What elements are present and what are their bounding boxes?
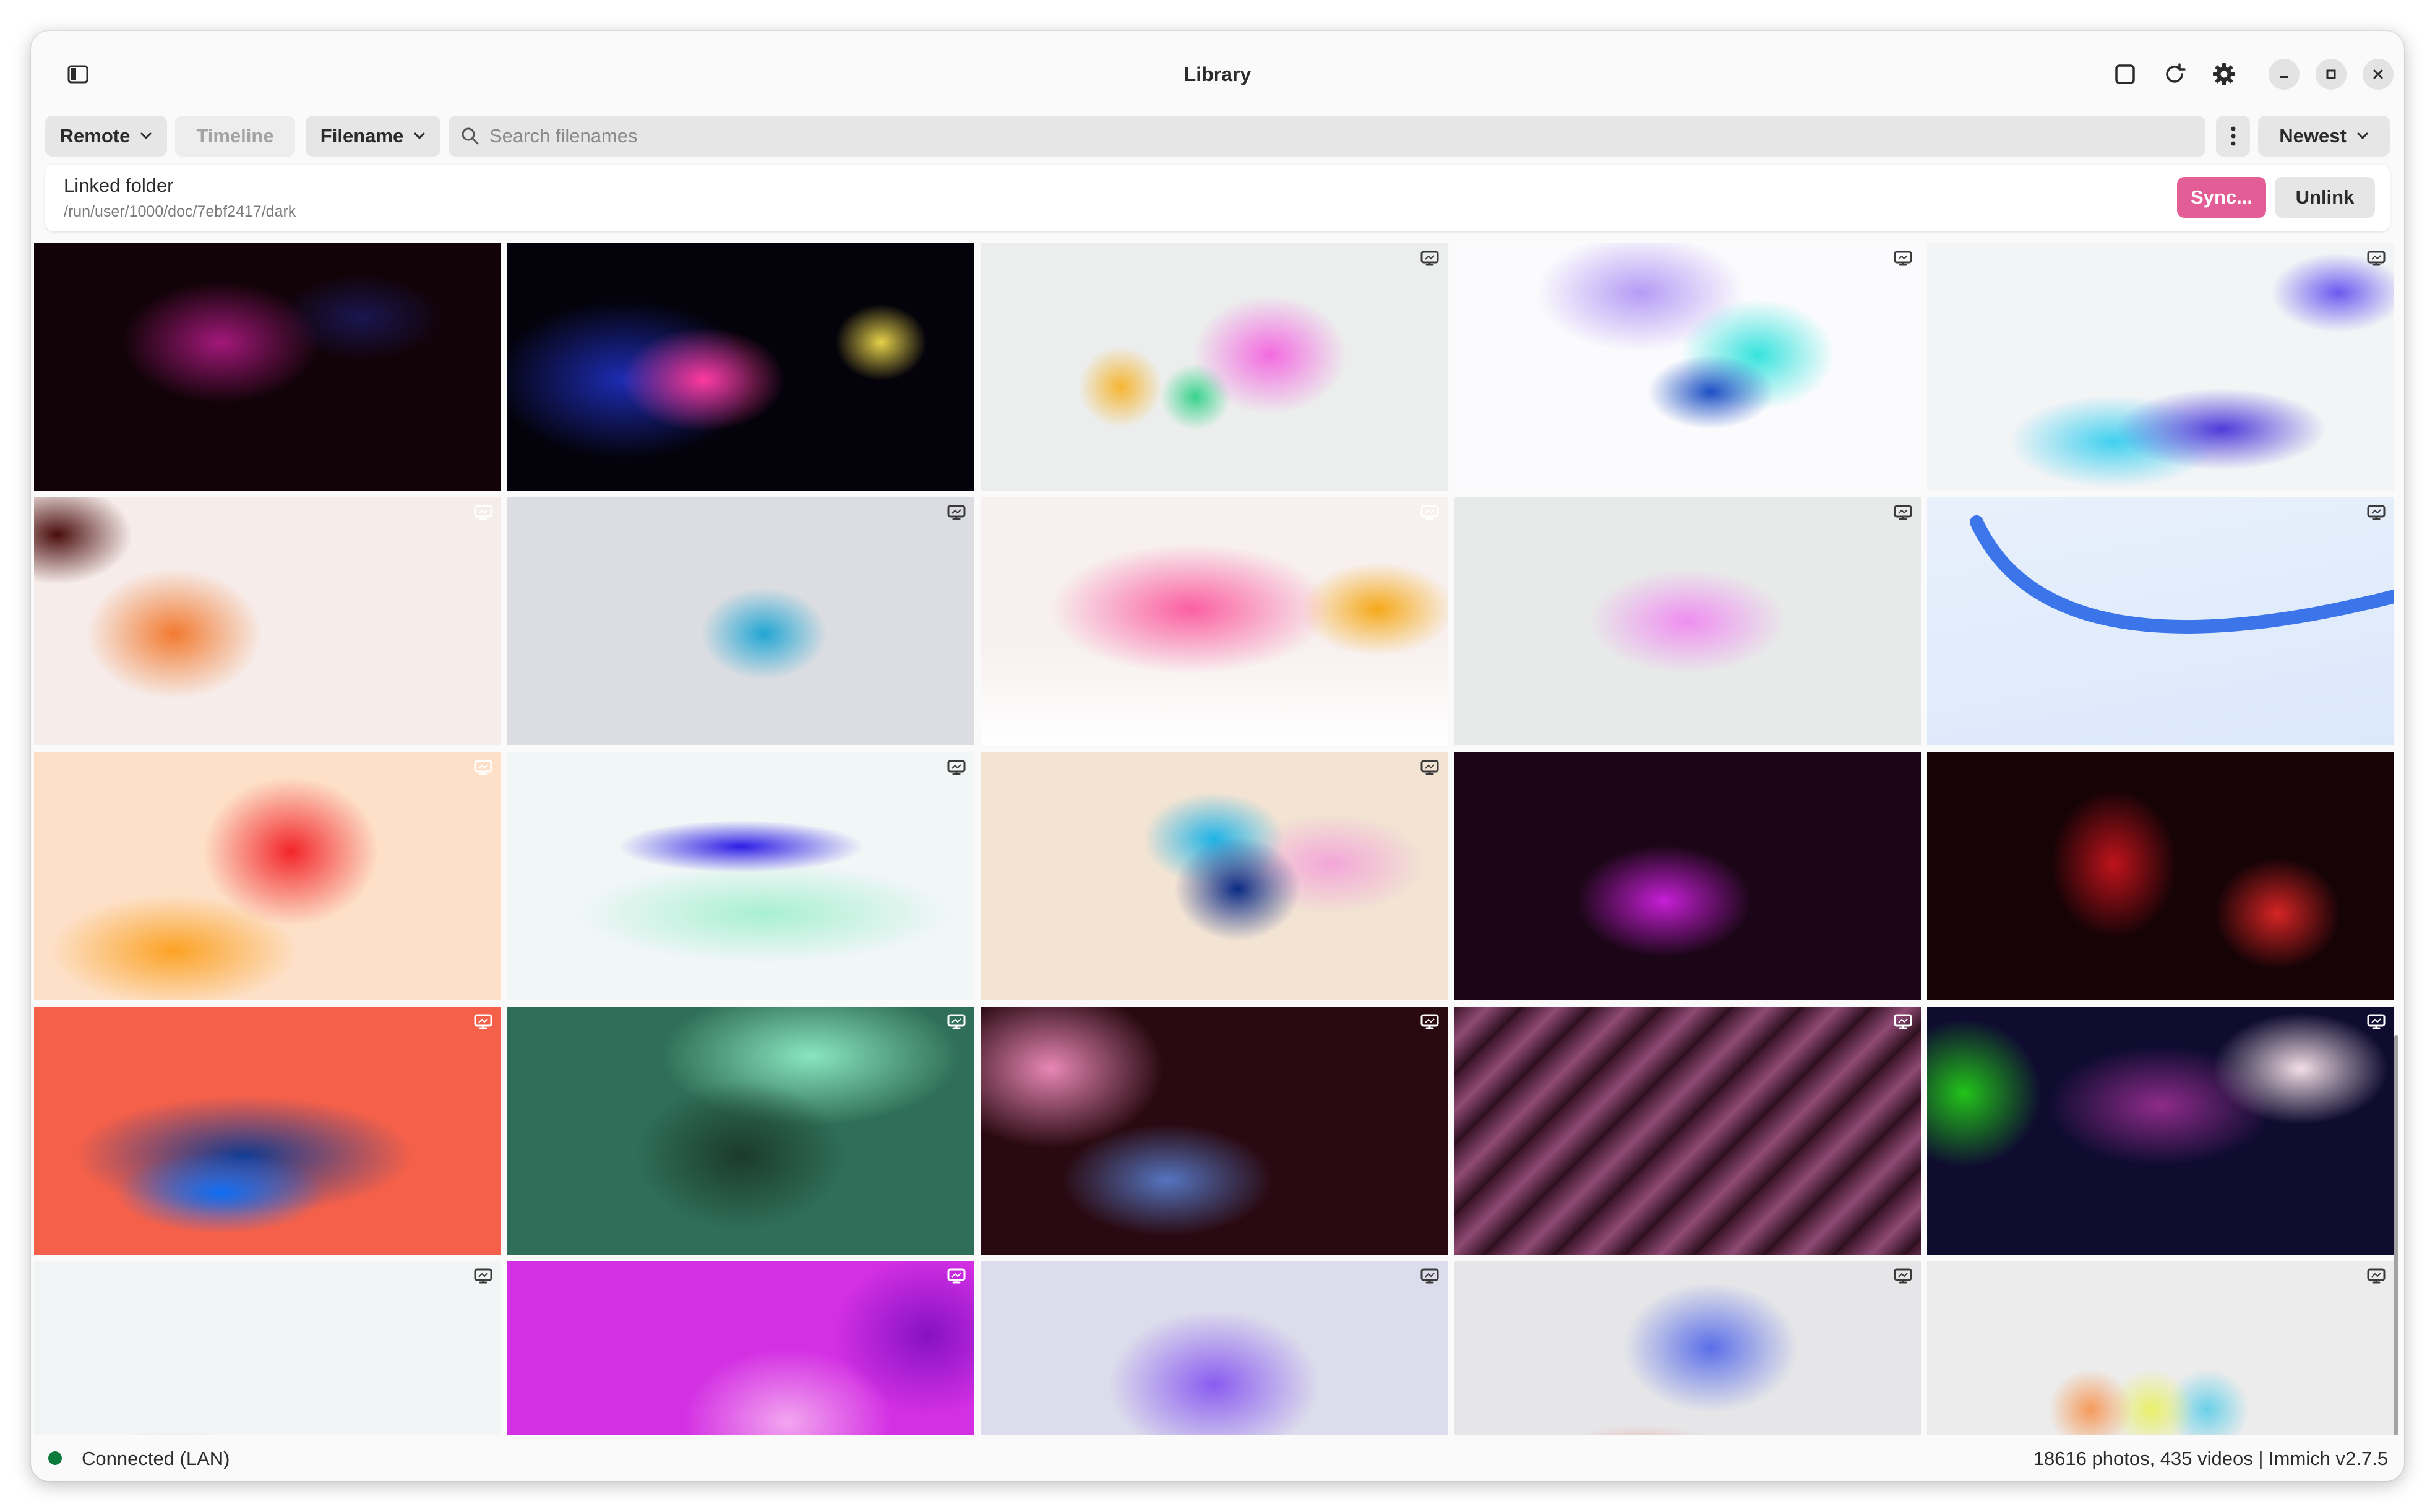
photo-thumbnail[interactable] [34,1261,501,1435]
fullscreen-icon[interactable] [2106,56,2144,93]
wallpaper-badge-icon [2366,249,2387,268]
more-options-button[interactable] [2216,116,2250,157]
close-button[interactable] [2363,59,2394,90]
linked-folder-title: Linked folder [64,174,174,196]
photo-thumbnail[interactable] [980,752,1448,1000]
wallpaper-badge-icon [1892,249,1913,268]
wallpaper-badge-icon [1892,1267,1913,1286]
search-icon [461,127,479,145]
photo-thumbnail[interactable] [1926,752,2394,1000]
photo-thumbnail[interactable] [1453,1261,1921,1435]
order-dropdown[interactable]: Newest [2258,116,2390,157]
linked-folder-panel: Linked folder /run/user/1000/doc/7ebf241… [45,165,2390,231]
chevron-down-icon [2356,132,2369,140]
photo-thumbnail[interactable] [980,1261,1448,1435]
chevron-down-icon [413,132,426,140]
photo-thumbnail[interactable] [1926,497,2394,746]
photo-thumbnail[interactable] [507,497,974,746]
photo-thumbnail[interactable] [34,1006,501,1255]
toolbar: Remote Timeline Filename Search filename… [31,102,2404,164]
search-input[interactable]: Search filenames [449,116,2205,157]
photo-thumbnail[interactable] [507,1261,974,1435]
wallpaper-badge-icon [2366,504,2387,522]
wallpaper-badge-icon [1419,1267,1440,1286]
sort-field-dropdown[interactable]: Filename [306,116,440,157]
photo-thumbnail[interactable] [980,1006,1448,1255]
minimize-button[interactable] [2269,59,2300,90]
photo-thumbnail[interactable] [980,497,1448,746]
wallpaper-badge-icon [1419,1013,1440,1031]
order-dropdown-label: Newest [2279,125,2347,147]
source-dropdown-label: Remote [59,125,131,147]
photo-thumbnail[interactable] [1926,1261,2394,1435]
wallpaper-badge-icon [1892,504,1913,522]
maximize-button[interactable] [2316,59,2347,90]
library-window: Library Remote Timeline Filename Search … [31,31,2404,1481]
wallpaper-badge-icon [473,758,494,777]
photo-thumbnail[interactable] [507,243,974,491]
status-bar: Connected (LAN) 18616 photos, 435 videos… [31,1435,2404,1481]
wallpaper-badge-icon [1892,1013,1913,1031]
settings-gear-icon[interactable] [2205,56,2243,93]
scrollbar[interactable] [2394,1035,2398,1435]
photo-thumbnail[interactable] [34,243,501,491]
photo-grid [34,243,2401,1435]
photo-thumbnail[interactable] [1453,497,1921,746]
photo-thumbnail[interactable] [1453,752,1921,1000]
wallpaper-badge-icon [473,1267,494,1286]
sort-field-label: Filename [320,125,404,147]
timeline-button[interactable]: Timeline [175,116,295,157]
wallpaper-badge-icon [1419,249,1440,268]
source-dropdown[interactable]: Remote [45,116,167,157]
refresh-icon[interactable] [2156,56,2193,93]
timeline-button-label: Timeline [196,125,274,147]
wallpaper-badge-icon [1419,504,1440,522]
photo-thumbnail[interactable] [1926,243,2394,491]
wallpaper-badge-icon [946,504,967,522]
wallpaper-badge-icon [2366,1267,2387,1286]
chevron-down-icon [140,132,152,140]
photo-thumbnail[interactable] [1453,1006,1921,1255]
photo-thumbnail[interactable] [980,243,1448,491]
wallpaper-badge-icon [1419,758,1440,777]
photo-thumbnail[interactable] [1453,243,1921,491]
more-vertical-icon [2230,126,2236,147]
photo-thumbnail[interactable] [34,752,501,1000]
photo-thumbnail[interactable] [34,497,501,746]
unlink-button[interactable]: Unlink [2275,177,2375,218]
wallpaper-badge-icon [946,1267,967,1286]
photo-thumbnail[interactable] [507,1006,974,1255]
sync-button[interactable]: Sync... [2177,177,2266,218]
wallpaper-badge-icon [2366,1013,2387,1031]
photo-thumbnail[interactable] [507,752,974,1000]
search-placeholder: Search filenames [489,125,638,147]
wallpaper-badge-icon [946,1013,967,1031]
wallpaper-badge-icon [946,758,967,777]
library-summary: 18616 photos, 435 videos | Immich v2.7.5 [2033,1448,2388,1469]
wallpaper-badge-icon [473,1013,494,1031]
linked-folder-path: /run/user/1000/doc/7ebf2417/dark [64,203,296,220]
connection-status: Connected (LAN) [82,1448,230,1469]
wallpaper-badge-icon [473,504,494,522]
connection-status-dot [48,1451,62,1465]
photo-thumbnail[interactable] [1926,1006,2394,1255]
